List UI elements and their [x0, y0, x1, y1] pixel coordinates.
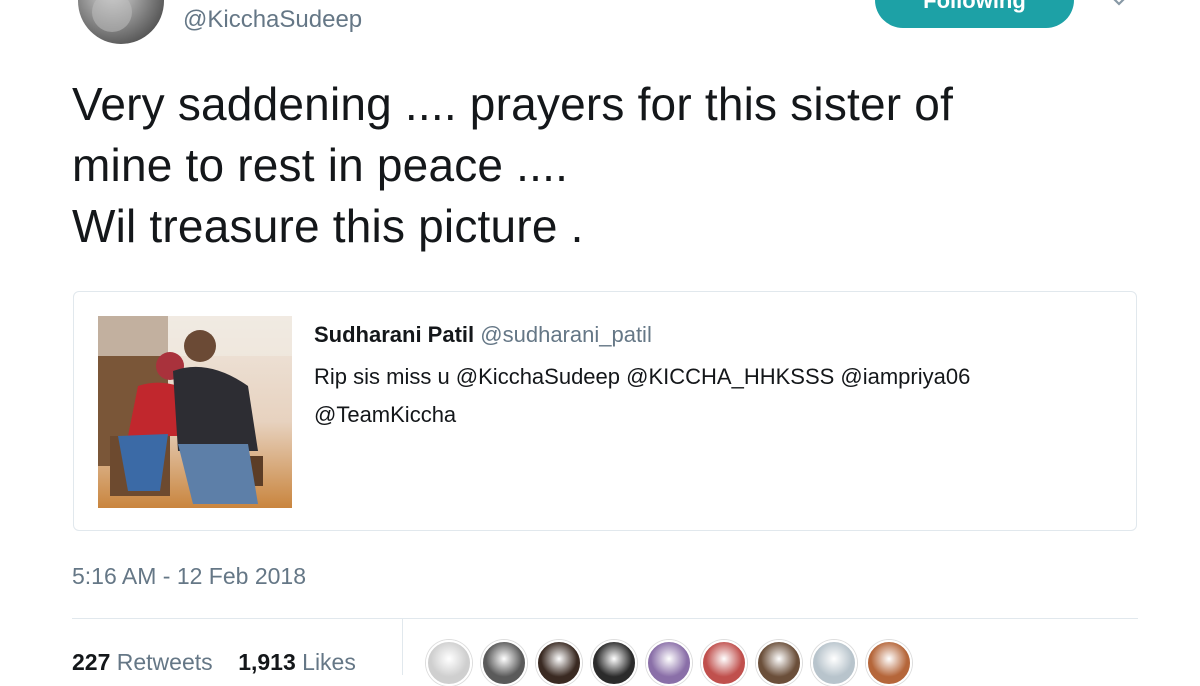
liker-avatar[interactable] — [701, 640, 747, 686]
tweet-text: Very saddening .... prayers for this sis… — [72, 78, 954, 252]
retweet-count[interactable]: 227 — [72, 649, 110, 675]
author-avatar[interactable] — [78, 0, 164, 44]
following-button[interactable]: Following — [875, 0, 1074, 28]
liker-avatar[interactable] — [481, 640, 527, 686]
engagement-stats: 227 Retweets 1,913 Likes — [72, 649, 356, 676]
quoted-tweet-text: Rip sis miss u @KicchaSudeep @KICCHA_HHK… — [314, 364, 971, 427]
chevron-down-icon[interactable] — [1110, 0, 1128, 8]
liker-avatar[interactable] — [646, 640, 692, 686]
liker-avatar[interactable] — [426, 640, 472, 686]
like-label[interactable]: Likes — [302, 649, 356, 675]
liker-avatar[interactable] — [866, 640, 912, 686]
stats-divider — [402, 618, 403, 675]
quoted-tweet-author[interactable]: Sudharani Patil @sudharani_patil — [314, 322, 652, 348]
author-handle[interactable]: @KicchaSudeep — [183, 6, 362, 34]
liker-avatars — [426, 640, 912, 686]
liker-avatar[interactable] — [811, 640, 857, 686]
liker-avatar[interactable] — [591, 640, 637, 686]
like-count[interactable]: 1,913 — [238, 649, 296, 675]
tweet-timestamp[interactable]: 5:16 AM - 12 Feb 2018 — [72, 563, 306, 590]
quoted-tweet-photo[interactable] — [98, 316, 292, 508]
quoted-author-name[interactable]: Sudharani Patil — [314, 322, 474, 347]
retweet-label[interactable]: Retweets — [117, 649, 213, 675]
liker-avatar[interactable] — [756, 640, 802, 686]
quoted-author-handle[interactable]: @sudharani_patil — [480, 322, 652, 347]
liker-avatar[interactable] — [536, 640, 582, 686]
divider — [72, 618, 1138, 619]
